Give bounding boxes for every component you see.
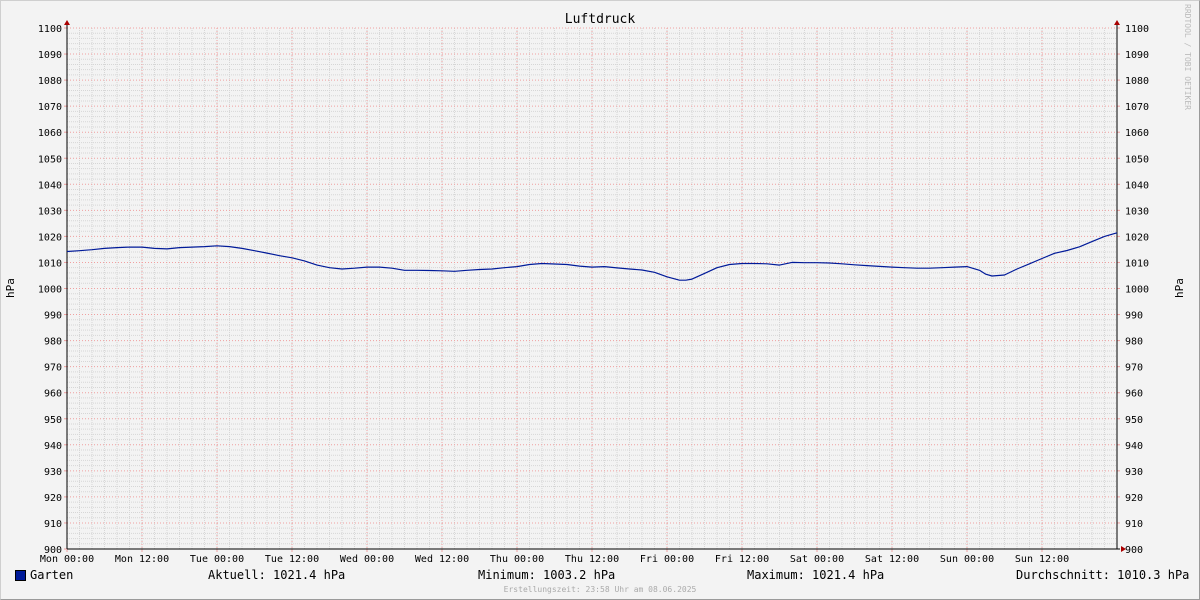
y-tick-label-left: 1070	[38, 102, 62, 113]
y-axis-label-right: hPa	[1173, 278, 1186, 298]
y-tick-label-left: 1010	[38, 258, 62, 269]
x-tick-label: Fri 00:00	[640, 554, 694, 565]
x-tick-label: Sat 12:00	[865, 554, 919, 565]
y-tick-label-left: 950	[44, 415, 62, 426]
legend-swatch-garten	[15, 570, 26, 581]
y-tick-label-left: 1100	[38, 24, 62, 35]
y-tick-label-right: 920	[1125, 493, 1143, 504]
legend-maximum: Maximum: 1021.4 hPa	[747, 568, 885, 582]
x-tick-label: Wed 12:00	[415, 554, 469, 565]
x-tick-label: Sun 12:00	[1015, 554, 1069, 565]
y-tick-label-right: 1030	[1125, 206, 1149, 217]
y-tick-label-left: 1020	[38, 232, 62, 243]
legend-series-label: Garten	[30, 568, 74, 582]
major-grid	[64, 27, 1120, 552]
y-tick-label-right: 1100	[1125, 24, 1149, 35]
creation-time: Erstellungszeit: 23:58 Uhr am 08.06.2025	[503, 585, 697, 594]
y-tick-label-left: 1090	[38, 50, 62, 61]
y-tick-label-right: 970	[1125, 363, 1143, 374]
y-tick-label-left: 1060	[38, 128, 62, 139]
y-axis-arrow-right	[1114, 20, 1120, 25]
y-tick-label-right: 950	[1125, 415, 1143, 426]
y-tick-label-left: 960	[44, 389, 62, 400]
y-tick-label-left: 1000	[38, 285, 62, 296]
x-tick-label: Sun 00:00	[940, 554, 994, 565]
y-tick-label-right: 960	[1125, 389, 1143, 400]
y-tick-label-right: 990	[1125, 311, 1143, 322]
y-tick-label-left: 980	[44, 337, 62, 348]
y-tick-label-left: 970	[44, 363, 62, 374]
pressure-chart: 900 900910 910920 920930 930940 940950 950960 9…	[4, 12, 1186, 565]
y-tick-label-right: 940	[1125, 441, 1143, 452]
y-tick-label-left: 1050	[38, 154, 62, 165]
y-tick-label-left: 1030	[38, 206, 62, 217]
y-axis-arrow-left	[64, 20, 70, 25]
y-tick-label-right: 1050	[1125, 154, 1149, 165]
y-tick-label-left: 940	[44, 441, 62, 452]
y-tick-label-right: 1000	[1125, 285, 1149, 296]
x-tick-label: Sat 00:00	[790, 554, 844, 565]
x-tick-label: Tue 12:00	[265, 554, 319, 565]
y-tick-label-right: 900	[1125, 545, 1143, 556]
y-tick-label-right: 1070	[1125, 102, 1149, 113]
chart-title: Luftdruck	[565, 12, 636, 27]
legend-durchschnitt: Durchschnitt: 1010.3 hPa	[1016, 568, 1190, 582]
x-tick-label: Fri 12:00	[715, 554, 769, 565]
x-tick-label: Wed 00:00	[340, 554, 394, 565]
x-tick-label: Mon 12:00	[115, 554, 169, 565]
y-tick-label-left: 1040	[38, 180, 62, 191]
y-tick-label-right: 1080	[1125, 76, 1149, 87]
y-tick-label-right: 1020	[1125, 232, 1149, 243]
y-tick-label-right: 1090	[1125, 50, 1149, 61]
y-tick-label-right: 1060	[1125, 128, 1149, 139]
y-tick-label-right: 910	[1125, 519, 1143, 530]
x-tick-label: Mon 00:00	[40, 554, 94, 565]
y-tick-label-left: 930	[44, 467, 62, 478]
y-tick-label-right: 980	[1125, 337, 1143, 348]
rrdtool-watermark: RRDTOOL / TOBI OETIKER	[1183, 4, 1192, 110]
legend-aktuell: Aktuell: 1021.4 hPa	[208, 568, 346, 582]
x-tick-label: Thu 12:00	[565, 554, 619, 565]
y-tick-label-left: 1080	[38, 76, 62, 87]
y-tick-label-left: 920	[44, 493, 62, 504]
x-tick-label: Thu 00:00	[490, 554, 544, 565]
y-tick-label-right: 1040	[1125, 180, 1149, 191]
y-tick-label-left: 910	[44, 519, 62, 530]
legend-minimum: Minimum: 1003.2 hPa	[478, 568, 616, 582]
y-tick-label-right: 930	[1125, 467, 1143, 478]
x-tick-label: Tue 00:00	[190, 554, 244, 565]
y-tick-label-left: 990	[44, 311, 62, 322]
y-axis-label-left: hPa	[4, 278, 17, 298]
y-tick-label-right: 1010	[1125, 258, 1149, 269]
